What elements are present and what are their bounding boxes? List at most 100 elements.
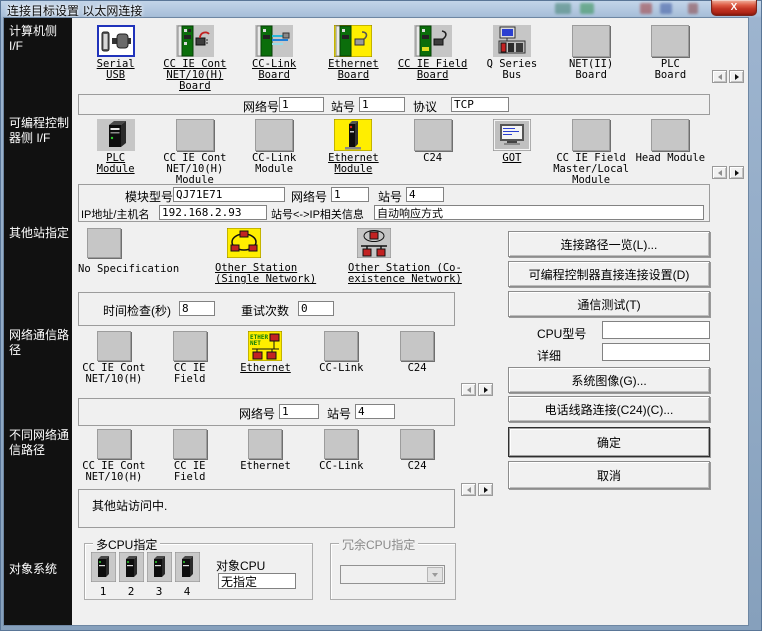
plcif-network-no-input[interactable]	[331, 187, 369, 202]
cpu-type-field	[602, 321, 710, 339]
pcif-ethernet-board[interactable]: Ethernet Board	[314, 25, 393, 92]
pcif-plc-board-label: PLC Board	[648, 59, 692, 81]
arrow-right-icon	[735, 74, 739, 80]
cpu-type-label: CPU型号	[537, 325, 586, 342]
co-route-scroll-left-button[interactable]	[461, 483, 476, 496]
pc-if-scroll-right-button[interactable]	[729, 70, 744, 83]
plcif-ccie-cont-module: CC IE Cont NET/10(H) Module	[155, 119, 234, 186]
plc-board-icon	[651, 25, 689, 57]
cpu1-icon[interactable]	[91, 552, 116, 582]
other-station-coexistence-icon	[357, 228, 391, 258]
pcif-station-no-input[interactable]	[359, 97, 405, 112]
plcif-c24: C24	[393, 119, 472, 186]
pcif-ccie-field-board-label: CC IE Field Board	[398, 59, 468, 81]
plcif-station-no-label: 站号	[378, 188, 402, 205]
cpu4-icon[interactable]	[175, 552, 200, 582]
target-cpu-input[interactable]	[218, 573, 296, 589]
connection-path-list-button[interactable]: 连接路径一览(L)...	[508, 231, 710, 257]
plc-if-scroll-right-button[interactable]	[729, 166, 744, 179]
other-station-coexistence-network[interactable]	[357, 228, 391, 258]
communication-test-button[interactable]: 通信测试(T)	[508, 291, 710, 317]
access-status-panel: 其他站访问中.	[78, 489, 455, 528]
arrow-right-icon	[484, 487, 488, 493]
pcif-serial-usb-label: Serial USB	[94, 59, 138, 81]
route-scroll-left-button[interactable]	[461, 383, 476, 396]
plc-direct-connection-button[interactable]: 可编程控制器直接连接设置(D)	[508, 261, 710, 287]
other-station-single-label: Other Station (Single Network)	[215, 263, 319, 285]
pc-if-scroll-left-button[interactable]	[712, 70, 727, 83]
retry-count-input[interactable]	[298, 301, 334, 316]
plc-if-scroll-left-button[interactable]	[712, 166, 727, 179]
netii-board-icon	[572, 25, 610, 57]
pcif-network-no-input[interactable]	[279, 97, 324, 112]
titlebar-reflection	[580, 3, 594, 14]
route-ethernet[interactable]: ETHER NET Ethernet	[228, 331, 304, 385]
pcif-ccie-field-board[interactable]: CC IE Field Board	[393, 25, 472, 92]
cpu2-icon[interactable]	[119, 552, 144, 582]
titlebar[interactable]: 连接目标设置 以太网连接 X	[0, 0, 762, 18]
ip-host-input[interactable]	[159, 205, 267, 220]
route-cclink-label: CC-Link	[309, 363, 373, 374]
pcif-ccie-cont-board[interactable]: CC IE Cont NET/10(H) Board	[155, 25, 234, 92]
pcif-protocol-input[interactable]	[451, 97, 509, 112]
plcif-plc-module[interactable]: PLC Module	[76, 119, 155, 186]
route-ethernet-icon: ETHER NET	[248, 331, 282, 361]
station-ip-info-input[interactable]	[374, 205, 704, 220]
dropdown-button	[427, 567, 443, 582]
sidebar	[4, 18, 72, 625]
route-ccie-cont-label: CC IE Cont NET/10(H)	[82, 363, 146, 385]
cancel-button[interactable]: 取消	[508, 461, 710, 489]
system-image-button[interactable]: 系统图像(G)...	[508, 367, 710, 393]
cpu4-number: 4	[173, 585, 201, 598]
other-station-single-network[interactable]	[227, 228, 261, 258]
network-route-row: CC IE Cont NET/10(H) CC IE Field ETHER N…	[76, 331, 455, 385]
co-route-scroll-right-button[interactable]	[478, 483, 493, 496]
route-station-no-label: 站号	[327, 405, 351, 422]
other-station-coexistence-label: Other Station (Co-existence Network)	[348, 263, 490, 285]
plcif-network-no-label: 网络号	[291, 188, 327, 205]
close-icon: X	[731, 2, 738, 13]
coroute-ccie-field-icon	[173, 429, 207, 459]
coroute-ethernet: Ethernet	[228, 429, 304, 483]
cclink-module-icon	[255, 119, 293, 151]
plcif-ethernet-module[interactable]: Ethernet Module	[314, 119, 393, 186]
plcif-got[interactable]: GOT	[472, 119, 551, 186]
coroute-cclink: CC-Link	[303, 429, 379, 483]
phone-line-connection-button[interactable]: 电话线路连接(C24)(C)...	[508, 396, 710, 422]
route-ccie-cont: CC IE Cont NET/10(H)	[76, 331, 152, 385]
coroute-cclink-label: CC-Link	[309, 461, 373, 472]
arrow-left-icon	[718, 170, 722, 176]
route-c24-label: C24	[385, 363, 449, 374]
pcif-cclink-board[interactable]: CC-Link Board	[235, 25, 314, 92]
cclink-board-icon	[255, 25, 293, 57]
pc-if-panel: 网络号 站号 协议	[78, 94, 710, 115]
detail-field	[602, 343, 710, 361]
c24-module-icon	[414, 119, 452, 151]
multi-cpu-group-label: 多CPU指定	[93, 536, 160, 553]
detail-label: 详细	[537, 347, 561, 364]
multi-cpu-group: 多CPU指定 1 2 3 4	[84, 543, 313, 600]
redundant-cpu-group: 冗余CPU指定	[330, 543, 456, 600]
cpu2-number: 2	[117, 585, 145, 598]
pcif-netii-board-label: NET(II) Board	[556, 59, 626, 81]
coroute-ccie-cont-label: CC IE Cont NET/10(H)	[82, 461, 146, 483]
plcif-station-no-input[interactable]	[406, 187, 444, 202]
pc-if-row: Serial USB CC IE Cont NET/10(H) Board	[76, 25, 710, 92]
route-ethernet-label: Ethernet	[233, 363, 297, 374]
other-station-none[interactable]	[87, 228, 121, 258]
cpu3-icon[interactable]	[147, 552, 172, 582]
sidebar-item-network-route: 网络通信路径	[9, 328, 69, 358]
route-scroll-right-button[interactable]	[478, 383, 493, 396]
ok-button[interactable]: 确定	[508, 427, 710, 457]
module-type-input[interactable]	[173, 187, 285, 202]
check-time-input[interactable]	[179, 301, 215, 316]
co-route-scroll	[461, 483, 493, 496]
route-network-no-input[interactable]	[279, 404, 319, 419]
access-status-text: 其他站访问中.	[92, 497, 167, 514]
route-station-no-input[interactable]	[355, 404, 395, 419]
close-button[interactable]: X	[711, 0, 757, 16]
ccie-cont-board-icon	[176, 25, 214, 57]
pcif-serial-usb[interactable]: Serial USB	[76, 25, 155, 92]
arrow-right-icon	[735, 170, 739, 176]
module-type-label: 模块型号	[125, 188, 173, 205]
